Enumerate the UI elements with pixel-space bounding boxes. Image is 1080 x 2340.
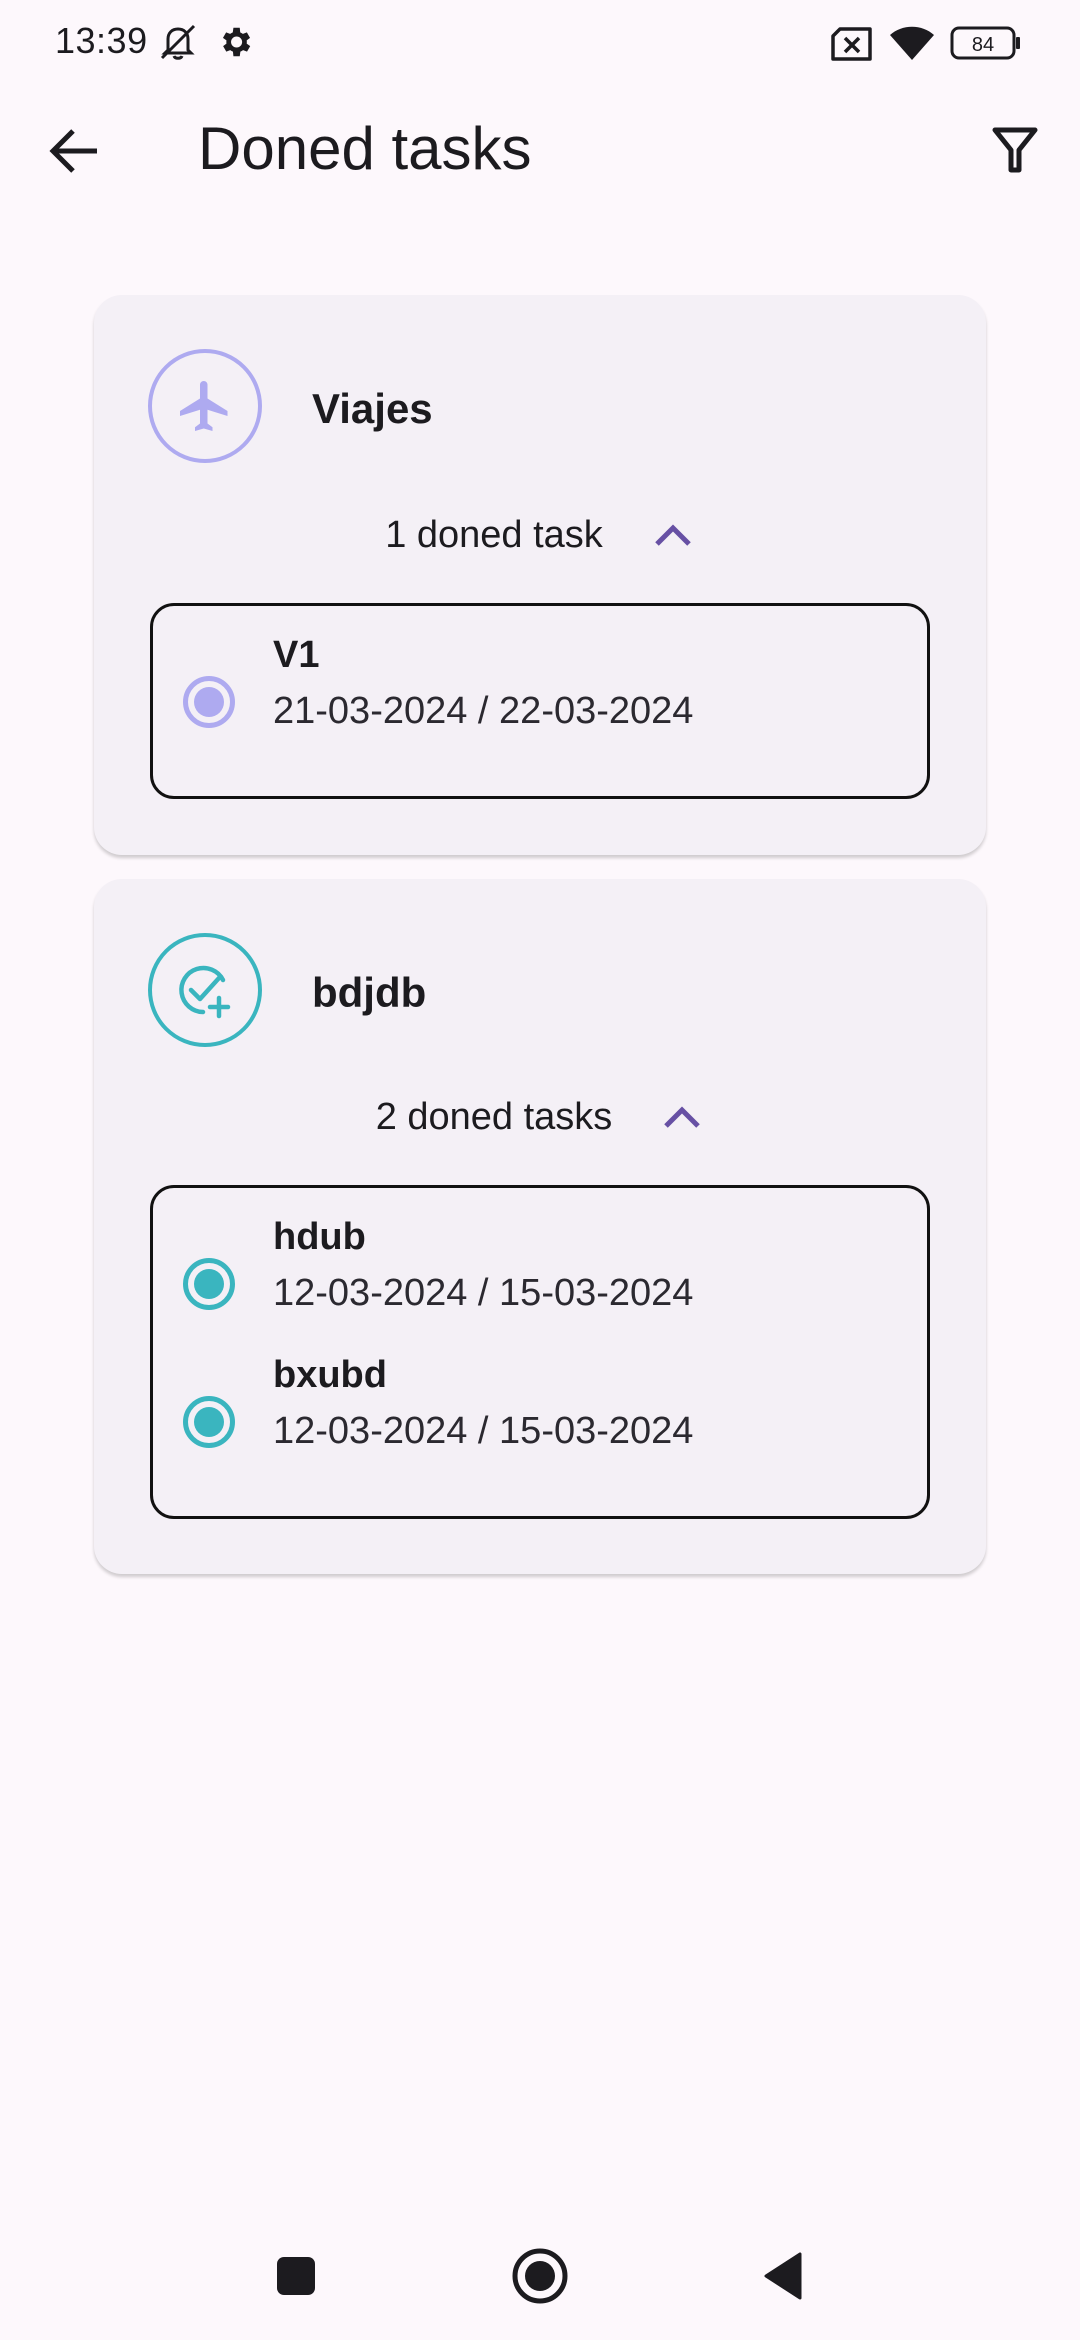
filter-icon [992,127,1038,173]
app-bar: Doned tasks [0,86,1080,214]
category-icon [148,349,262,463]
chevron-up-icon [660,1095,704,1139]
home-button[interactable] [508,2244,572,2308]
arrow-back-icon [49,129,97,173]
category-card-bdjdb: bdjdb 2 doned tasks hdub 12-03-2024 / 15… [94,879,986,1574]
recents-square-icon [277,2257,315,2295]
battery-level: 84 [972,34,994,56]
category-icon [148,933,262,1047]
task-dates: 12-03-2024 / 15-03-2024 [273,1272,694,1314]
status-time: 13:39 [55,20,148,61]
back-triangle-icon [764,2252,802,2300]
task-check-add-icon [179,965,231,1019]
do-not-disturb-icon [156,22,200,67]
wifi-icon [888,24,936,67]
recents-button[interactable] [264,2244,328,2308]
back-button[interactable] [40,116,110,186]
settings-gear-icon [216,22,254,67]
category-name: Viajes [312,385,433,432]
filter-button[interactable] [980,116,1050,186]
chevron-up-icon [651,513,695,557]
category-name: bdjdb [312,969,427,1016]
doned-count-toggle[interactable]: 2 doned tasks [94,1087,986,1147]
task-name: V1 [273,634,320,676]
no-sim-icon [830,26,874,67]
task-list: V1 21-03-2024 / 22-03-2024 [150,603,930,799]
doned-count-label: 1 doned task [385,513,603,556]
airplane-icon [180,381,228,431]
task-name: hdub [273,1216,366,1258]
home-circle-icon [512,2248,568,2304]
task-done-radio[interactable] [183,676,235,728]
task-item[interactable]: bxubd 12-03-2024 / 15-03-2024 [153,1354,927,1478]
task-done-radio[interactable] [183,1396,235,1448]
category-card-viajes: Viajes 1 doned task V1 21-03-2024 / 22-0… [94,295,986,855]
task-item[interactable]: hdub 12-03-2024 / 15-03-2024 [153,1216,927,1340]
back-nav-button[interactable] [752,2244,816,2308]
task-done-radio[interactable] [183,1258,235,1310]
task-item[interactable]: V1 21-03-2024 / 22-03-2024 [153,634,927,758]
task-list: hdub 12-03-2024 / 15-03-2024 bxubd 12-03… [150,1185,930,1519]
doned-count-label: 2 doned tasks [375,1095,613,1138]
task-name: bxubd [273,1354,387,1396]
status-bar: 13:39 84 [0,0,1080,86]
task-dates: 21-03-2024 / 22-03-2024 [273,690,694,732]
system-nav-bar [0,2210,1080,2340]
task-dates: 12-03-2024 / 15-03-2024 [273,1410,694,1452]
doned-count-toggle[interactable]: 1 doned task [94,505,986,565]
page-title: Doned tasks [198,115,532,182]
battery-icon: 84 [950,26,1022,65]
